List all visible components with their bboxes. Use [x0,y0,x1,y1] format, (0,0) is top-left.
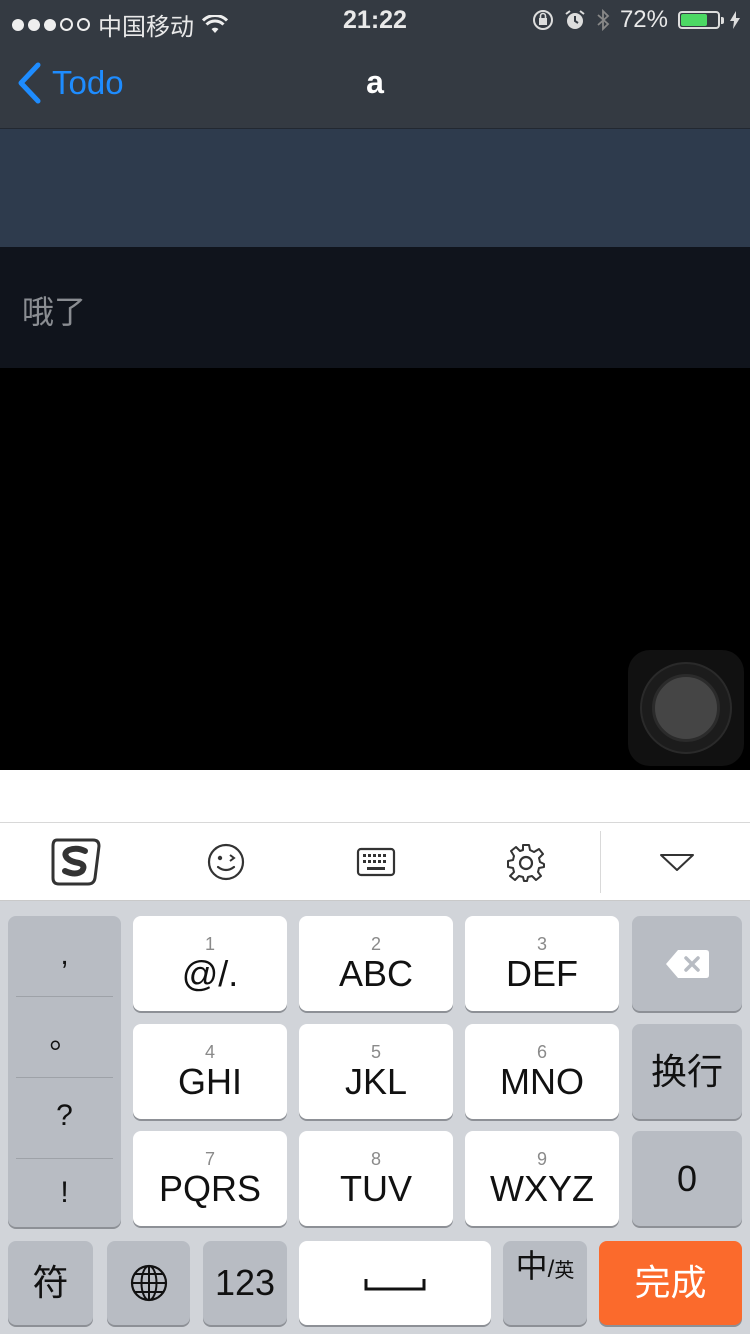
numbers-key[interactable]: 123 [203,1241,287,1325]
punct-key-period[interactable]: 。 [8,996,121,1074]
top-bar: 中国移动 21:22 72% Todo a [0,0,750,128]
status-bar: 中国移动 21:22 72% [0,0,750,41]
punct-key-question[interactable]: ? [8,1077,121,1155]
key-2[interactable]: 2 ABC [299,916,453,1011]
key-1[interactable]: 1 @/. [133,916,287,1011]
globe-icon [130,1264,167,1302]
key-3[interactable]: 3 DEF [465,916,619,1011]
punct-key-comma[interactable]: , [8,916,121,994]
keyboard-candidate-strip [0,770,750,822]
battery-percent: 72% [619,6,668,33]
settings-gear-icon[interactable] [490,823,562,901]
language-toggle-key[interactable]: 中 / 英 [503,1241,587,1325]
assistive-touch-button[interactable] [628,650,744,766]
lang-sub-label: 英 [554,1260,575,1282]
sogou-logo-icon[interactable] [40,823,112,901]
toolbar-separator [600,831,601,893]
key-8[interactable]: 8 TUV [299,1131,453,1226]
key-4[interactable]: 4 GHI [133,1024,287,1119]
space-key[interactable] [299,1241,491,1325]
todo-row[interactable]: 哦了 [0,247,750,368]
symbol-key[interactable]: 符 [8,1241,93,1325]
alarm-icon [565,10,585,29]
todo-item-text: 哦了 [22,294,87,330]
space-bar-icon [364,1279,426,1291]
backspace-icon [666,949,709,978]
punct-key-exclamation[interactable]: ! [8,1158,121,1227]
navigation-bar: Todo a [0,40,750,128]
key-6[interactable]: 6 MNO [465,1024,619,1119]
zero-key[interactable]: 0 [632,1131,742,1226]
emoji-icon[interactable] [190,823,262,901]
bluetooth-icon [597,8,610,32]
keyboard-switch-icon[interactable] [340,823,412,901]
header-band [0,129,750,247]
battery-icon [678,11,724,29]
done-button[interactable]: 完成 [599,1241,742,1325]
punctuation-column: , 。 ? ! [8,916,121,1227]
backspace-key[interactable] [632,916,742,1011]
page-title: a [366,64,384,100]
hide-keyboard-chevron-down-icon[interactable] [640,823,714,901]
key-7[interactable]: 7 PQRS [133,1131,287,1226]
lang-main-label: 中 [515,1248,548,1284]
globe-key[interactable] [107,1241,190,1325]
key-9[interactable]: 9 WXYZ [465,1131,619,1226]
return-key[interactable]: 换行 [632,1024,742,1119]
orientation-lock-icon [532,10,553,30]
charging-icon [730,11,740,29]
keyboard-toolbar [0,822,750,901]
key-5[interactable]: 5 JKL [299,1024,453,1119]
